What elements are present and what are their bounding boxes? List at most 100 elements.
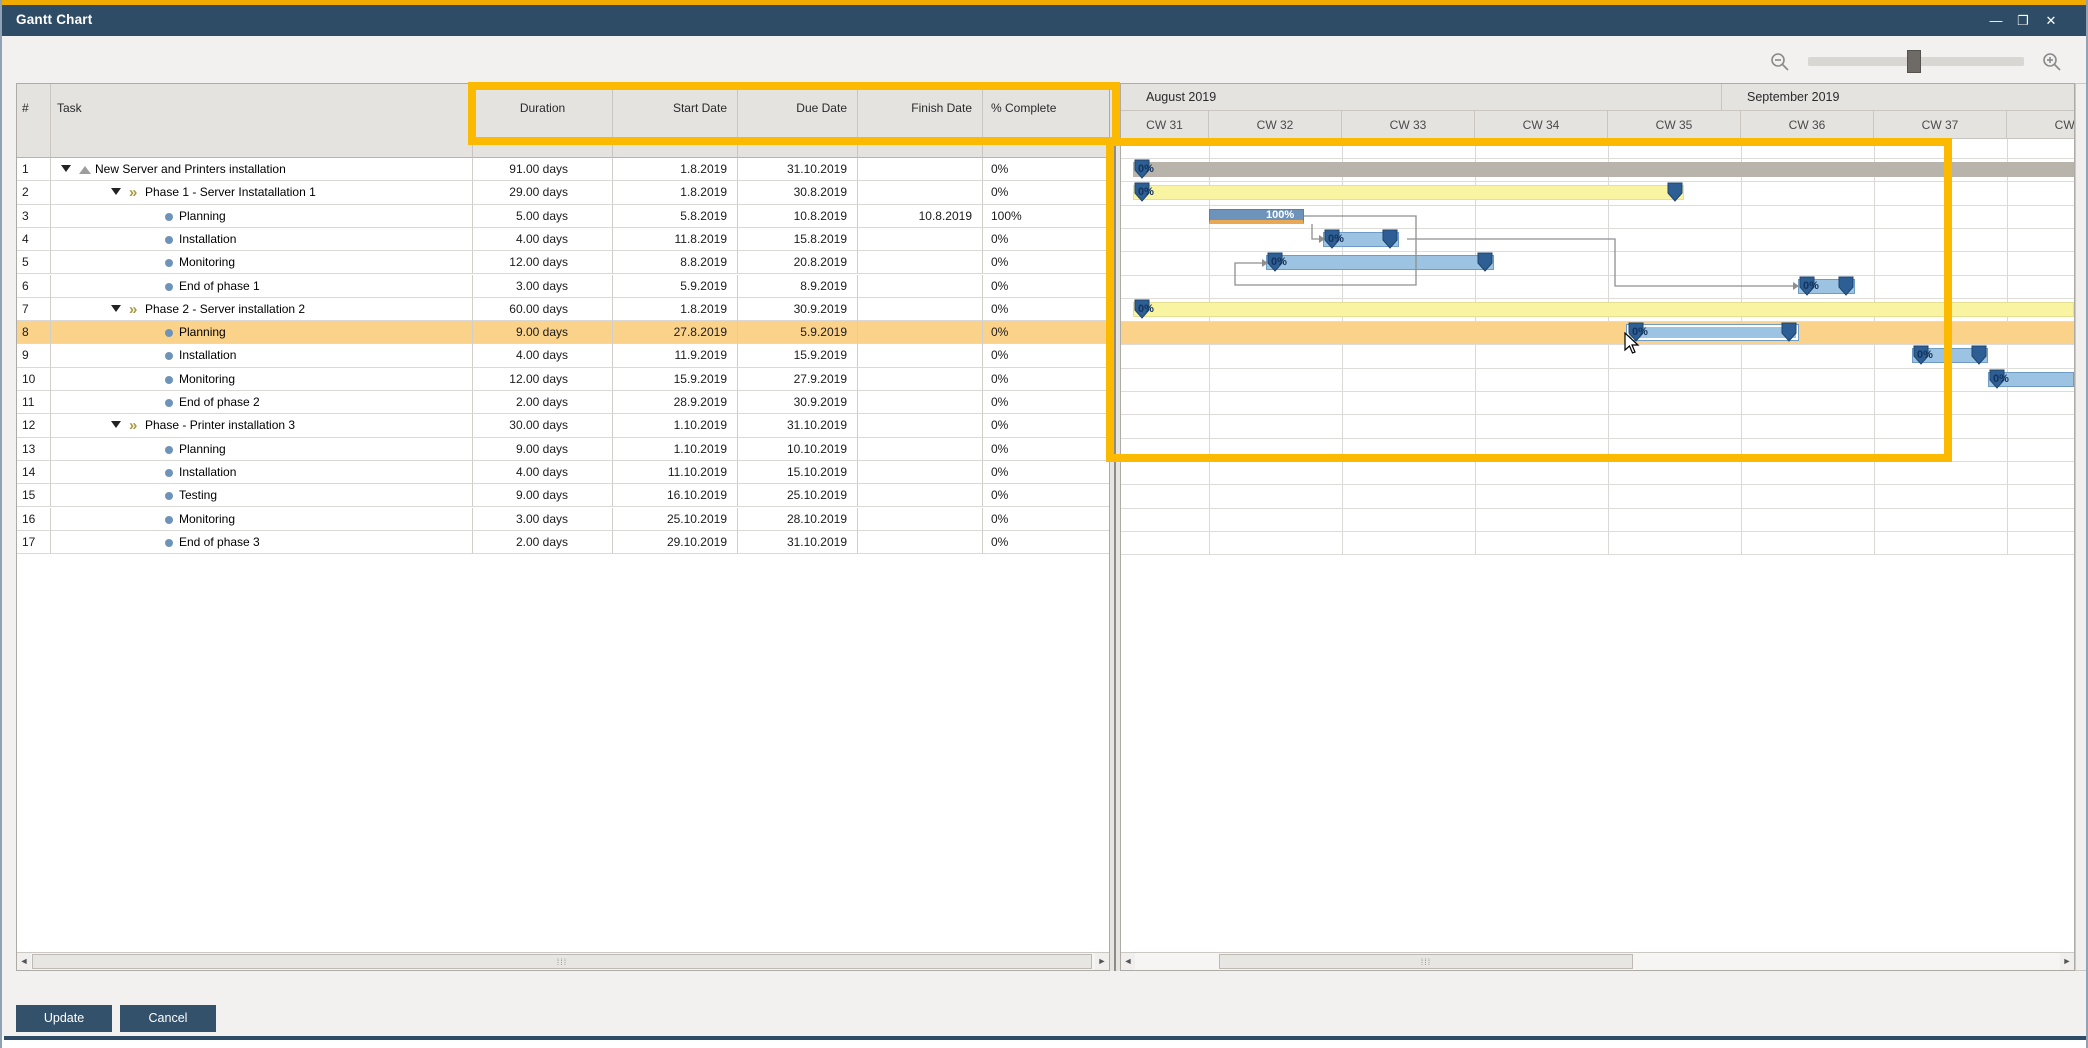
table-row[interactable]: 1 New Server and Printers installation 91.… xyxy=(17,158,1109,182)
grid-vline xyxy=(2007,139,2008,555)
column-header-num[interactable]: # xyxy=(17,84,51,158)
table-row[interactable]: 8 Planning 9.00 days 27.8.2019 5.9.2019 0% xyxy=(17,321,1109,345)
phase-task-icon: » xyxy=(129,417,138,435)
gantt-scrollbar-thumb[interactable]: ⁞⁞⁞ xyxy=(1219,954,1633,969)
week-header: CW 37 xyxy=(1874,111,2007,139)
progress-label: 0% xyxy=(1803,279,1819,292)
gantt-bar-row-5[interactable] xyxy=(1266,255,1494,271)
progress-label: 0% xyxy=(1138,163,1154,175)
summary-task-icon xyxy=(79,166,91,174)
column-header-finish[interactable]: Finish Date xyxy=(858,84,983,158)
table-row[interactable]: 10 Monitoring 12.00 days 15.9.2019 27.9.2019… xyxy=(17,367,1109,391)
cell-task xyxy=(51,204,473,228)
cell-finish xyxy=(858,530,983,555)
grid-vline xyxy=(1209,139,1210,555)
milestone-marker-icon[interactable] xyxy=(1781,322,1797,342)
table-row[interactable]: 12 » Phase - Printer installation 3 30.00 d… xyxy=(17,414,1109,438)
cell-finish xyxy=(858,251,983,275)
scroll-right-icon[interactable]: ► xyxy=(1095,953,1109,970)
grid-hline xyxy=(1121,367,2074,369)
grid-vline xyxy=(1874,139,1875,555)
week-header: CW 31 xyxy=(1121,111,1209,139)
cell-num: 1 xyxy=(17,158,51,182)
expander-icon[interactable] xyxy=(111,421,121,429)
table-row[interactable]: 16 Monitoring 3.00 days 25.10.2019 28.10.201… xyxy=(17,507,1109,531)
grid-hline xyxy=(1121,204,2074,206)
milestone-marker-icon[interactable] xyxy=(1667,182,1683,203)
gantt-bar-row-1[interactable] xyxy=(1133,162,2074,177)
table-row[interactable]: 13 Planning 9.00 days 1.10.2019 10.10.2019 0% xyxy=(17,437,1109,461)
gantt-horizontal-scrollbar[interactable]: ◄ ► ⁞⁞⁞ xyxy=(1121,952,2074,970)
expander-icon[interactable] xyxy=(61,165,71,172)
cell-due: 15.8.2019 xyxy=(738,227,858,252)
cell-num: 11 xyxy=(17,391,51,415)
task-name: Phase 2 - Server installation 2 xyxy=(145,301,306,316)
gantt-vertical-scrollbar[interactable] xyxy=(2075,83,2086,971)
cell-num: 13 xyxy=(17,437,51,461)
week-header: CW 36 xyxy=(1741,111,1874,139)
table-row[interactable]: 17 End of phase 3 2.00 days 29.10.2019 31.10… xyxy=(17,530,1109,555)
cell-start: 5.8.2019 xyxy=(613,204,738,228)
gantt-bar-row-7[interactable] xyxy=(1133,301,2074,317)
table-row[interactable]: 6 End of phase 1 3.00 days 5.9.2019 8.9.2019… xyxy=(17,274,1109,298)
zoom-in-icon[interactable] xyxy=(2042,52,2062,72)
column-header-start[interactable]: Start Date xyxy=(613,84,738,158)
table-row[interactable]: 4 Installation 4.00 days 11.8.2019 15.8.2019… xyxy=(17,227,1109,252)
zoom-out-icon[interactable] xyxy=(1770,52,1790,72)
cell-duration: 9.00 days xyxy=(473,321,613,345)
task-table-pane: # Task Duration Start Date Due Date Finish Da… xyxy=(16,83,1110,971)
table-scrollbar-thumb[interactable]: ⁞⁞⁞ xyxy=(32,954,1092,969)
table-row[interactable]: 2 » Phase 1 - Server Instatallation 1 29.00… xyxy=(17,181,1109,205)
expander-icon[interactable] xyxy=(111,188,121,196)
milestone-marker-icon[interactable] xyxy=(1477,252,1493,272)
table-horizontal-scrollbar[interactable]: ◄ ► ⁞⁞⁞ xyxy=(17,952,1109,970)
task-dot-icon xyxy=(165,235,173,244)
grid-hline xyxy=(1121,274,2074,276)
table-row[interactable]: 15 Testing 9.00 days 16.10.2019 25.10.2019 0% xyxy=(17,484,1109,508)
table-row[interactable]: 9 Installation 4.00 days 11.9.2019 15.9.2019… xyxy=(17,344,1109,368)
window-titlebar[interactable]: Gantt Chart — ❐ ✕ xyxy=(2,5,2086,36)
cell-finish xyxy=(858,437,983,461)
cell-start: 1.8.2019 xyxy=(613,181,738,205)
task-name: Monitoring xyxy=(179,371,236,386)
table-row[interactable]: 11 End of phase 2 2.00 days 28.9.2019 30.9.2… xyxy=(17,391,1109,415)
task-dot-icon xyxy=(165,399,173,407)
maximize-icon[interactable]: ❐ xyxy=(2012,11,2034,31)
task-name: End of phase 2 xyxy=(179,395,260,409)
week-header: CW 35 xyxy=(1608,111,1741,139)
close-icon[interactable]: ✕ xyxy=(2040,11,2062,31)
milestone-marker-icon[interactable] xyxy=(1971,345,1987,366)
column-header-due[interactable]: Due Date xyxy=(738,84,858,158)
column-header-pct[interactable]: % Complete xyxy=(983,84,1109,158)
column-header-duration[interactable]: Duration xyxy=(473,84,613,158)
cell-duration: 2.00 days xyxy=(473,391,613,415)
cancel-button[interactable]: Cancel xyxy=(120,1005,216,1032)
pane-splitter-line xyxy=(1114,83,1116,971)
gantt-bar-row-2[interactable] xyxy=(1133,185,1684,201)
cell-num: 6 xyxy=(17,274,51,298)
column-header-task[interactable]: Task xyxy=(51,84,473,158)
table-row[interactable]: 14 Installation 4.00 days 11.10.2019 15.10.2… xyxy=(17,460,1109,485)
expander-icon[interactable] xyxy=(111,304,121,312)
cell-num: 14 xyxy=(17,460,51,485)
task-dot-icon xyxy=(165,468,173,477)
cell-num: 8 xyxy=(17,321,51,345)
update-button[interactable]: Update xyxy=(16,1005,112,1032)
table-row[interactable]: 7 » Phase 2 - Server installation 2 60.00 d… xyxy=(17,297,1109,322)
table-row[interactable]: 5 Monitoring 12.00 days 8.8.2019 20.8.2019 0% xyxy=(17,251,1109,275)
minimize-icon[interactable]: — xyxy=(1985,11,2007,31)
scroll-right-icon[interactable]: ► xyxy=(2060,953,2074,970)
scroll-left-icon[interactable]: ◄ xyxy=(17,953,31,970)
milestone-marker-icon[interactable] xyxy=(1382,229,1398,249)
cell-start: 29.10.2019 xyxy=(613,530,738,555)
cell-start: 1.8.2019 xyxy=(613,158,738,182)
table-row[interactable]: 3 Planning 5.00 days 5.8.2019 10.8.2019 10.8.… xyxy=(17,204,1109,228)
grid-hline xyxy=(1121,484,2074,486)
cell-pct: 0% xyxy=(983,321,1109,345)
cell-due: 25.10.2019 xyxy=(738,484,858,508)
scroll-left-icon[interactable]: ◄ xyxy=(1121,953,1135,970)
zoom-slider-thumb[interactable] xyxy=(1907,50,1921,73)
gantt-bar-row-8[interactable] xyxy=(1627,325,1798,341)
milestone-marker-icon[interactable] xyxy=(1838,276,1854,296)
cell-start: 25.10.2019 xyxy=(613,507,738,531)
